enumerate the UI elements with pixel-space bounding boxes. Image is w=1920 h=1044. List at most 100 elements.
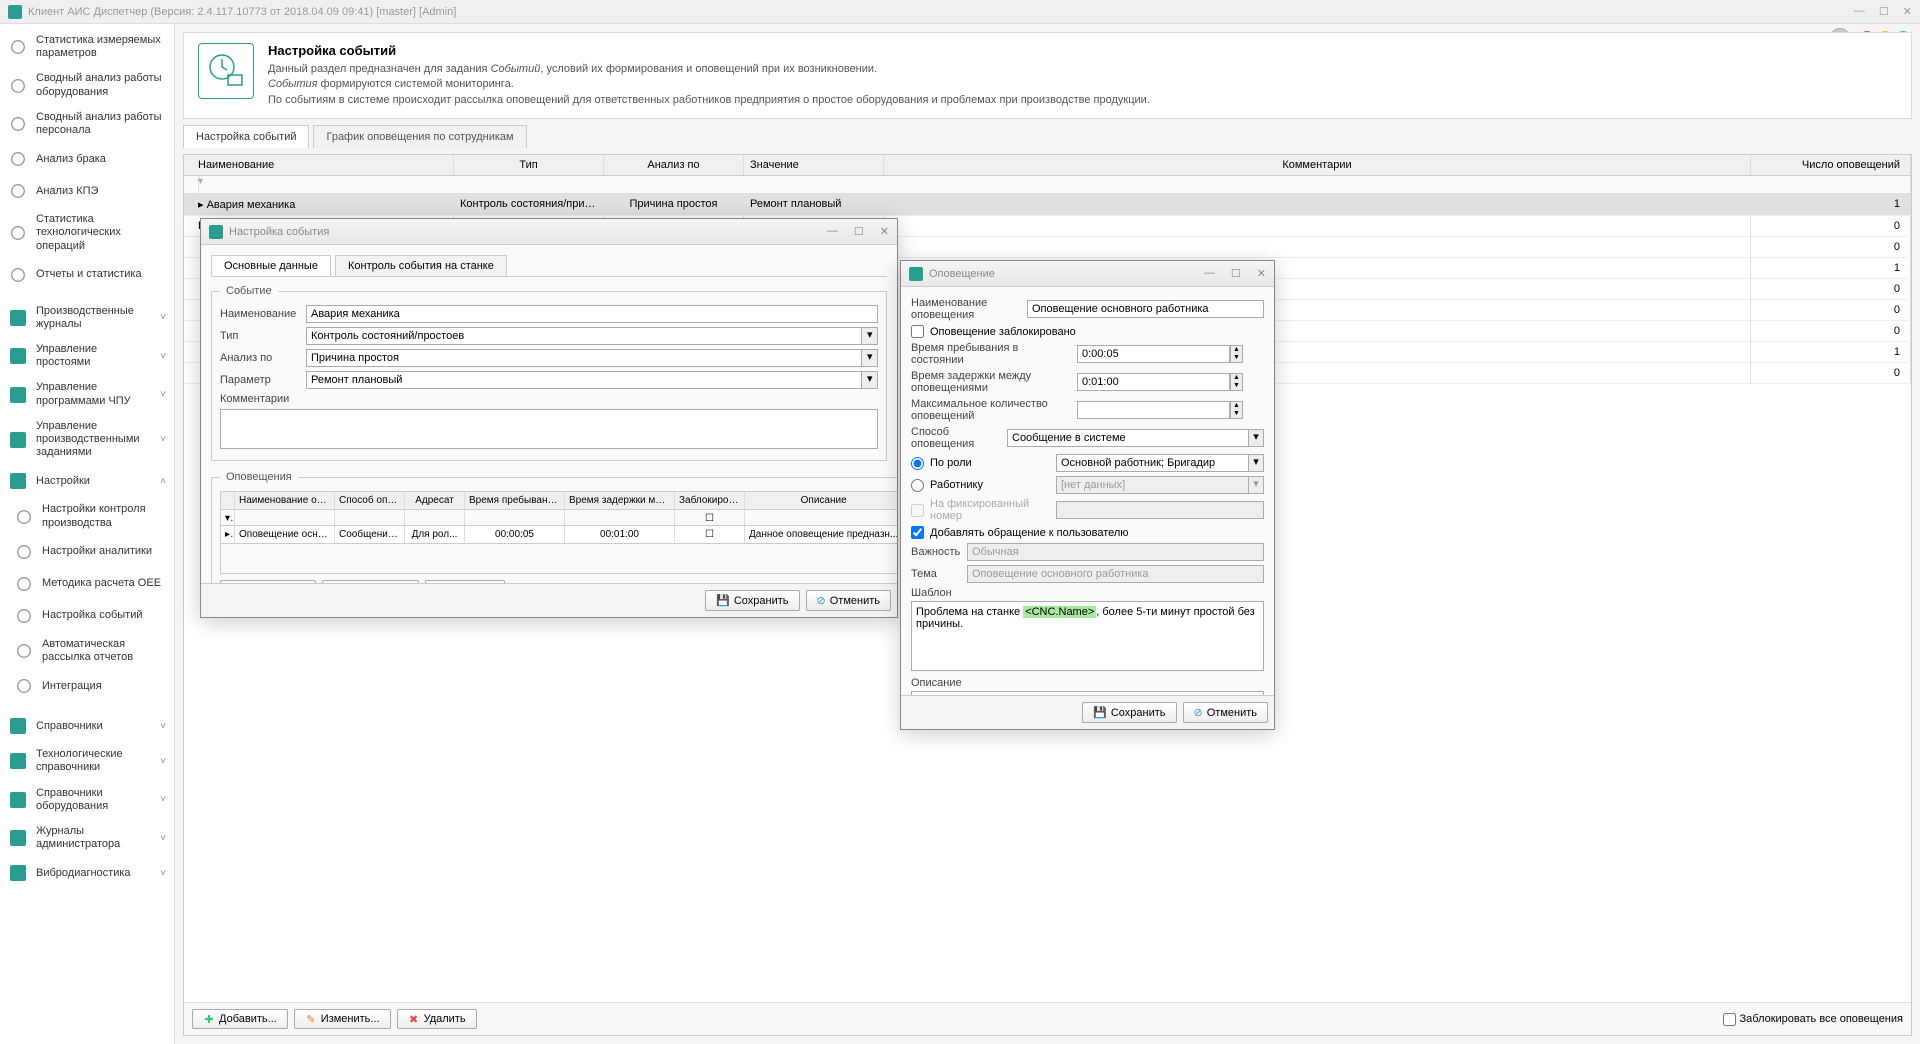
sidebar-item[interactable]: Производственные журналы˅: [0, 299, 174, 337]
dialog2-max-icon[interactable]: ☐: [1231, 267, 1241, 280]
event-param-select[interactable]: [306, 371, 862, 389]
sidebar-item[interactable]: Автоматическая рассылка отчетов: [0, 632, 174, 670]
template-input[interactable]: Проблема на станке <CNC.Name>, более 5-т…: [911, 601, 1264, 671]
chevron-icon: ˅: [160, 351, 166, 362]
dialog1-icon: [209, 225, 223, 239]
sidebar-item[interactable]: Сводный анализ работы персонала: [0, 105, 174, 143]
page-title: Настройка событий: [268, 43, 1150, 58]
chevron-down-icon[interactable]: ▾: [1249, 454, 1264, 472]
add-button[interactable]: ✚Добавить...: [192, 1009, 288, 1029]
dialog1-max-icon[interactable]: ☐: [854, 225, 864, 238]
notif-name-input[interactable]: [1027, 300, 1264, 318]
sidebar: Статистика измеряемых параметров Сводный …: [0, 24, 175, 1044]
inner-filter-row[interactable]: ▾☐: [220, 510, 897, 526]
sidebar-item[interactable]: Отчеты и статистика: [0, 259, 174, 291]
dialog1-close-icon[interactable]: ✕: [880, 225, 889, 238]
sidebar-item[interactable]: Справочники˅: [0, 710, 174, 742]
block-all-checkbox[interactable]: Заблокировать все оповещения: [1723, 1013, 1904, 1026]
role-select[interactable]: [1056, 454, 1249, 472]
spinner-icon[interactable]: ▲▼: [1230, 401, 1243, 419]
sidebar-item-label: Сводный анализ работы персонала: [36, 111, 166, 137]
sidebar-item[interactable]: Сводный анализ работы оборудования: [0, 66, 174, 104]
chevron-icon: ˅: [160, 312, 166, 323]
nav-icon: [8, 181, 28, 201]
sidebar-item[interactable]: Технологические справочники˅: [0, 742, 174, 780]
spinner-icon[interactable]: ▲▼: [1230, 373, 1243, 391]
delete-button[interactable]: ✖Удалить: [397, 1009, 477, 1029]
chevron-icon: ˅: [160, 389, 166, 400]
sidebar-item[interactable]: Журналы администратора˅: [0, 819, 174, 857]
sidebar-item[interactable]: Настройки аналитики: [0, 536, 174, 568]
sidebar-item[interactable]: Вибродиагностика˅: [0, 857, 174, 889]
sidebar-item[interactable]: Анализ брака: [0, 143, 174, 175]
sidebar-item-label: Интеграция: [42, 680, 102, 693]
event-fieldset: Событие Наименование Тип▾ Анализ по▾ Пар…: [211, 285, 887, 461]
notification-dialog: Оповещение —☐✕ Наименование оповещения О…: [900, 260, 1275, 730]
stay-time-input[interactable]: [1077, 345, 1230, 363]
grid-header: Наименование Тип Анализ по Значение Комм…: [184, 155, 1911, 176]
chevron-down-icon: ▾: [1249, 476, 1264, 494]
spinner-icon[interactable]: ▲▼: [1230, 345, 1243, 363]
sidebar-item[interactable]: Интеграция: [0, 670, 174, 702]
sidebar-item[interactable]: Справочники оборудования˅: [0, 781, 174, 819]
page-header: Настройка событий Данный раздел предназн…: [183, 32, 1912, 119]
sidebar-item[interactable]: Настройка событий: [0, 600, 174, 632]
dialog1-min-icon[interactable]: —: [827, 225, 838, 238]
dialog2-close-icon[interactable]: ✕: [1257, 267, 1266, 280]
dialog2-titlebar[interactable]: Оповещение —☐✕: [901, 261, 1274, 287]
dialog1-cancel-button[interactable]: ⊘Отменить: [806, 590, 891, 611]
dialog2-save-button[interactable]: 💾Сохранить: [1082, 702, 1176, 723]
event-type-select[interactable]: [306, 327, 862, 345]
dialog2-cancel-button[interactable]: ⊘Отменить: [1183, 702, 1268, 723]
sidebar-item-label: Справочники оборудования: [36, 787, 152, 813]
sidebar-item[interactable]: Управление простоями ˅: [0, 337, 174, 375]
dialog1-titlebar[interactable]: Настройка события —☐✕: [201, 219, 897, 245]
sidebar-item[interactable]: Статистика измеряемых параметров: [0, 28, 174, 66]
sidebar-item[interactable]: Методика расчета OEE: [0, 568, 174, 600]
chevron-down-icon[interactable]: ▾: [862, 327, 878, 345]
notif-blocked-checkbox[interactable]: [911, 325, 924, 338]
close-icon[interactable]: ✕: [1903, 5, 1912, 18]
sidebar-item-label: Статистика технологических операций: [36, 213, 166, 253]
fixed-num-input: [1056, 501, 1264, 519]
by-worker-radio[interactable]: [911, 479, 924, 492]
sidebar-item[interactable]: Управление программами ЧПУ˅: [0, 375, 174, 413]
dialog1-tab-main[interactable]: Основные данные: [211, 255, 331, 276]
sidebar-item[interactable]: Управление производственными заданиями˅: [0, 414, 174, 466]
add-address-checkbox[interactable]: [911, 526, 924, 539]
method-select[interactable]: [1007, 429, 1249, 447]
inner-grid-row[interactable]: ▸ Оповещение основ... Сообщение в ... Дл…: [220, 526, 897, 544]
sidebar-item-label: Настройки контроля производства: [42, 503, 166, 529]
event-comment-input[interactable]: [220, 409, 878, 449]
dialog1-tab-control[interactable]: Контроль события на станке: [335, 255, 507, 276]
tab-event-config[interactable]: Настройка событий: [183, 125, 309, 148]
max-count-input[interactable]: [1077, 401, 1230, 419]
nav-icon: [8, 863, 28, 883]
sidebar-item[interactable]: Настройки контроля производства: [0, 497, 174, 535]
sidebar-item-label: Управление простоями: [36, 343, 152, 369]
chevron-icon: ˅: [160, 721, 166, 732]
grid-filter-row[interactable]: ▾: [184, 176, 1911, 194]
nav-icon: [14, 606, 34, 626]
sidebar-item[interactable]: Анализ КПЭ: [0, 175, 174, 207]
edit-button[interactable]: ✎Изменить...: [294, 1009, 391, 1029]
tab-schedule[interactable]: График оповещения по сотрудникам: [313, 125, 526, 148]
sidebar-item[interactable]: Статистика технологических операций: [0, 207, 174, 259]
table-row[interactable]: ▸ Авария механикаКонтроль состояния/прич…: [184, 194, 1911, 216]
event-name-input[interactable]: [306, 305, 878, 323]
nav-icon: [8, 76, 28, 96]
event-anal-select[interactable]: [306, 349, 862, 367]
chevron-down-icon[interactable]: ▾: [862, 349, 878, 367]
sidebar-item-label: Вибродиагностика: [36, 867, 131, 880]
sidebar-item[interactable]: Настройки˄: [0, 465, 174, 497]
sidebar-item-label: Сводный анализ работы оборудования: [36, 72, 166, 98]
chevron-down-icon[interactable]: ▾: [862, 371, 878, 389]
app-icon: [8, 5, 22, 19]
dialog2-min-icon[interactable]: —: [1204, 267, 1215, 280]
delay-time-input[interactable]: [1077, 373, 1230, 391]
by-role-radio[interactable]: [911, 457, 924, 470]
maximize-icon[interactable]: ☐: [1879, 5, 1889, 18]
minimize-icon[interactable]: —: [1854, 5, 1865, 18]
chevron-down-icon[interactable]: ▾: [1249, 429, 1264, 447]
dialog1-save-button[interactable]: 💾Сохранить: [705, 590, 799, 611]
